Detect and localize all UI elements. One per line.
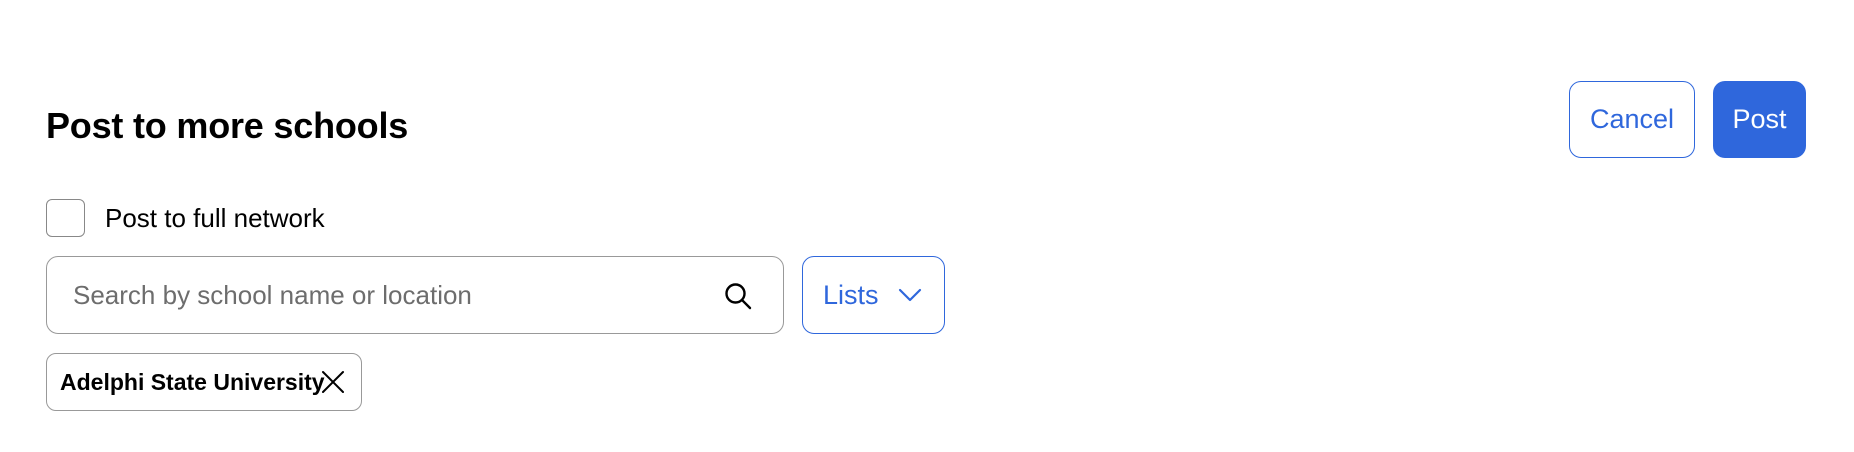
selected-school-chip: Adelphi State University (46, 353, 362, 411)
search-icon[interactable] (723, 281, 753, 311)
post-to-schools-panel: Post to more schools Cancel Post Post to… (0, 0, 1854, 452)
cancel-button[interactable]: Cancel (1569, 81, 1695, 158)
search-input[interactable] (73, 275, 673, 315)
school-search-box[interactable] (46, 256, 784, 334)
full-network-option[interactable]: Post to full network (46, 199, 325, 237)
selected-school-label: Adelphi State University (60, 368, 325, 395)
lists-dropdown-label: Lists (823, 279, 879, 310)
post-button[interactable]: Post (1713, 81, 1806, 158)
chevron-down-icon (898, 288, 922, 302)
close-icon[interactable] (321, 370, 345, 394)
page-title: Post to more schools (46, 105, 409, 146)
lists-dropdown[interactable]: Lists (802, 256, 945, 334)
full-network-checkbox[interactable] (46, 199, 85, 237)
full-network-label: Post to full network (105, 203, 325, 233)
